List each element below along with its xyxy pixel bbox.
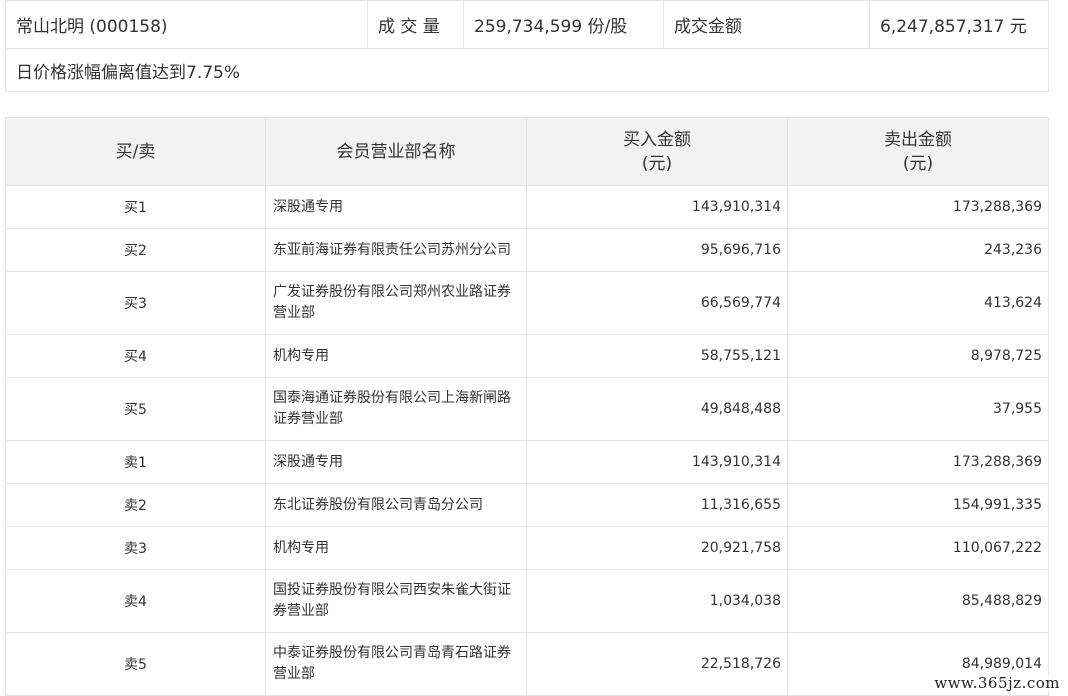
- row-sell-amount: 85,488,829: [787, 569, 1049, 633]
- row-buy-amount: 143,910,314: [526, 185, 788, 229]
- row-buy-amount: 1,034,038: [526, 569, 788, 633]
- volume-label: 成 交 量: [367, 0, 464, 49]
- row-broker-name: 机构专用: [265, 526, 527, 570]
- table-row: 买3 广发证券股份有限公司郑州农业路证券营业部 66,569,774 413,6…: [5, 271, 1049, 335]
- amount-value: 6,247,857,317 元: [869, 0, 1049, 49]
- row-buy-amount: 66,569,774: [526, 271, 788, 335]
- row-buy-amount: 58,755,121: [526, 334, 788, 378]
- table-row: 买5 国泰海通证券股份有限公司上海新闸路证券营业部 49,848,488 37,…: [5, 377, 1049, 441]
- table-row: 卖2 东北证券股份有限公司青岛分公司 11,316,655 154,991,33…: [5, 483, 1049, 527]
- row-side: 卖3: [5, 526, 266, 570]
- row-sell-amount: 37,955: [787, 377, 1049, 441]
- row-broker-name: 中泰证券股份有限公司青岛青石路证券营业部: [265, 632, 527, 696]
- row-sell-amount: 8,978,725: [787, 334, 1049, 378]
- table-header-row: 买/卖 会员营业部名称 买入金额 (元) 卖出金额 (元): [5, 117, 1049, 186]
- summary-row: 常山北明 (000158) 成 交 量 259,734,599 份/股 成交金额…: [5, 0, 1049, 49]
- trade-summary-table: 常山北明 (000158) 成 交 量 259,734,599 份/股 成交金额…: [5, 0, 1049, 92]
- row-broker-name: 深股通专用: [265, 185, 527, 229]
- row-sell-amount: 243,236: [787, 228, 1049, 272]
- row-side: 卖4: [5, 569, 266, 633]
- row-side: 买4: [5, 334, 266, 378]
- table-row: 买2 东亚前海证券有限责任公司苏州分公司 95,696,716 243,236: [5, 228, 1049, 272]
- table-row: 买4 机构专用 58,755,121 8,978,725: [5, 334, 1049, 378]
- header-buy-amount: 买入金额 (元): [526, 117, 788, 186]
- row-buy-amount: 22,518,726: [526, 632, 788, 696]
- amount-label: 成交金额: [663, 0, 870, 49]
- row-broker-name: 机构专用: [265, 334, 527, 378]
- table-row: 卖3 机构专用 20,921,758 110,067,222: [5, 526, 1049, 570]
- header-buy-unit: (元): [641, 153, 673, 174]
- header-sell-amount: 卖出金额 (元): [787, 117, 1049, 186]
- row-side: 卖5: [5, 632, 266, 696]
- row-broker-name: 深股通专用: [265, 440, 527, 484]
- header-sell-label: 卖出金额: [884, 129, 952, 150]
- row-side: 买3: [5, 271, 266, 335]
- row-side: 卖2: [5, 483, 266, 527]
- row-side: 买2: [5, 228, 266, 272]
- row-buy-amount: 11,316,655: [526, 483, 788, 527]
- table-row: 卖5 中泰证券股份有限公司青岛青石路证券营业部 22,518,726 84,98…: [5, 632, 1049, 696]
- header-sell-unit: (元): [902, 153, 934, 174]
- reason-row: 日价格涨幅偏离值达到7.75%: [5, 48, 1049, 92]
- volume-value: 259,734,599 份/股: [463, 0, 664, 49]
- stock-name: 常山北明 (000158): [5, 0, 368, 49]
- table-row: 卖1 深股通专用 143,910,314 173,288,369: [5, 440, 1049, 484]
- row-buy-amount: 49,848,488: [526, 377, 788, 441]
- row-sell-amount: 413,624: [787, 271, 1049, 335]
- header-side: 买/卖: [5, 117, 266, 186]
- row-broker-name: 广发证券股份有限公司郑州农业路证券营业部: [265, 271, 527, 335]
- row-buy-amount: 143,910,314: [526, 440, 788, 484]
- row-sell-amount: 173,288,369: [787, 185, 1049, 229]
- broker-trading-table: 买/卖 会员营业部名称 买入金额 (元) 卖出金额 (元) 买1 深股通专用 1…: [5, 117, 1049, 696]
- listing-reason: 日价格涨幅偏离值达到7.75%: [5, 48, 1049, 92]
- row-broker-name: 东亚前海证券有限责任公司苏州分公司: [265, 228, 527, 272]
- row-buy-amount: 95,696,716: [526, 228, 788, 272]
- table-row: 卖4 国投证券股份有限公司西安朱雀大街证券营业部 1,034,038 85,48…: [5, 569, 1049, 633]
- table-row: 买1 深股通专用 143,910,314 173,288,369: [5, 185, 1049, 229]
- row-side: 卖1: [5, 440, 266, 484]
- site-watermark: www.365jz.com: [932, 674, 1062, 692]
- row-broker-name: 国泰海通证券股份有限公司上海新闸路证券营业部: [265, 377, 527, 441]
- row-sell-amount: 154,991,335: [787, 483, 1049, 527]
- row-side: 买5: [5, 377, 266, 441]
- row-sell-amount: 173,288,369: [787, 440, 1049, 484]
- row-buy-amount: 20,921,758: [526, 526, 788, 570]
- row-sell-amount: 110,067,222: [787, 526, 1049, 570]
- row-side: 买1: [5, 185, 266, 229]
- header-buy-label: 买入金额: [623, 129, 691, 150]
- header-broker-name: 会员营业部名称: [265, 117, 527, 186]
- row-broker-name: 东北证券股份有限公司青岛分公司: [265, 483, 527, 527]
- row-broker-name: 国投证券股份有限公司西安朱雀大街证券营业部: [265, 569, 527, 633]
